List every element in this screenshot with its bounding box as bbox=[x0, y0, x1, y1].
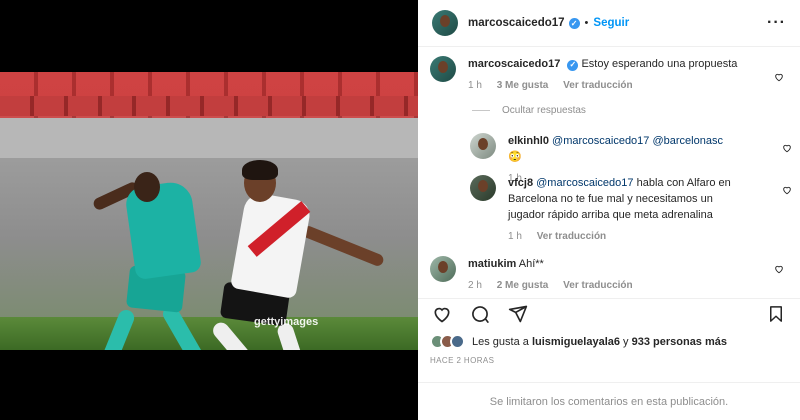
verified-icon: ✓ bbox=[567, 59, 579, 71]
post-timestamp[interactable]: HACE 2 HORAS bbox=[430, 356, 494, 365]
likes-prefix: Les gusta a bbox=[472, 335, 529, 348]
likes-text: Les gusta a luismiguelayala6 y 933 perso… bbox=[472, 336, 727, 348]
player-arm bbox=[300, 224, 386, 268]
separator: • bbox=[584, 17, 589, 29]
translate-link[interactable]: Ver traducción bbox=[537, 231, 606, 242]
post-panel: marcoscaicedo17 ✓ • Seguir ··· marcoscai… bbox=[418, 0, 800, 420]
liker-username[interactable]: luismiguelayala6 bbox=[532, 336, 620, 348]
hide-replies-toggle[interactable]: Ocultar respuestas bbox=[472, 105, 586, 116]
comment: matiukim Ahí** 2 h 2 Me gusta Ver traduc… bbox=[430, 256, 790, 294]
post-photo[interactable]: gettyimages 1281306887 bbox=[0, 72, 418, 350]
player-head bbox=[134, 172, 160, 202]
comment-meta: 1 h 3 Me gusta Ver traducción bbox=[468, 78, 738, 94]
heart-icon[interactable] bbox=[782, 143, 792, 153]
follow-button[interactable]: Seguir bbox=[593, 17, 629, 29]
comments-list: marcoscaicedo17 ✓ Estoy esperando una pr… bbox=[418, 48, 800, 296]
comment-likes[interactable]: 2 Me gusta bbox=[497, 280, 549, 291]
likes-summary: Les gusta a luismiguelayala6 y 933 perso… bbox=[430, 334, 727, 349]
heart-icon[interactable] bbox=[782, 185, 792, 195]
avatar[interactable] bbox=[432, 10, 458, 36]
likes-count[interactable]: 933 personas más bbox=[632, 336, 727, 348]
save-button[interactable] bbox=[764, 302, 788, 326]
post-actions bbox=[418, 298, 800, 328]
comment-mention[interactable]: @marcoscaicedo17 bbox=[536, 177, 633, 189]
comment-text: Estoy esperando una propuesta bbox=[581, 58, 738, 70]
comment-time[interactable]: 2 h bbox=[468, 280, 482, 291]
comments-limited-notice: Se limitaron los comentarios en esta pub… bbox=[418, 382, 800, 420]
comment-author[interactable]: vfcj8 bbox=[508, 177, 533, 189]
translate-link[interactable]: Ver traducción bbox=[563, 280, 632, 291]
comment-author[interactable]: matiukim bbox=[468, 258, 516, 270]
comment-author[interactable]: elkinhl0 bbox=[508, 135, 549, 147]
post-header: marcoscaicedo17 ✓ • Seguir ··· bbox=[418, 0, 800, 47]
stadium-seats-row bbox=[0, 96, 418, 116]
post-media: gettyimages 1281306887 bbox=[0, 0, 418, 420]
heart-icon[interactable] bbox=[774, 264, 784, 274]
comment-mentions[interactable]: @marcoscaicedo17 @barcelonasc bbox=[552, 135, 723, 147]
pitch bbox=[0, 317, 418, 350]
comment-body: matiukim Ahí** 2 h 2 Me gusta Ver traduc… bbox=[468, 256, 738, 294]
comment-emoji: 😳 bbox=[508, 151, 522, 163]
comment-meta: 1 h Ver traducción bbox=[508, 229, 738, 245]
comment-likes[interactable]: 3 Me gusta bbox=[497, 80, 549, 91]
share-icon bbox=[508, 305, 528, 322]
comment-time[interactable]: 1 h bbox=[508, 231, 522, 242]
reply: vfcj8 @marcoscaicedo17 habla con Alfaro … bbox=[470, 175, 792, 245]
getty-watermark: gettyimages bbox=[254, 316, 319, 328]
hide-replies-label: Ocultar respuestas bbox=[502, 105, 586, 116]
comment-author[interactable]: marcoscaicedo17 bbox=[468, 58, 560, 70]
verified-icon: ✓ bbox=[568, 17, 580, 29]
share-button[interactable] bbox=[506, 302, 530, 326]
stadium-stand bbox=[0, 118, 418, 158]
comment: marcoscaicedo17 ✓ Estoy esperando una pr… bbox=[430, 56, 790, 94]
comment-body: vfcj8 @marcoscaicedo17 habla con Alfaro … bbox=[508, 175, 738, 245]
likes-connector: y bbox=[623, 335, 629, 348]
avatar[interactable] bbox=[430, 56, 456, 82]
more-options-icon[interactable]: ··· bbox=[767, 14, 786, 32]
comment-text: Ahí** bbox=[518, 258, 544, 270]
comment-meta: 2 h 2 Me gusta Ver traducción bbox=[468, 278, 738, 294]
like-button[interactable] bbox=[430, 302, 454, 326]
comment-button[interactable] bbox=[468, 302, 492, 326]
player-hair bbox=[242, 160, 278, 180]
avatar[interactable] bbox=[470, 175, 496, 201]
comment-time[interactable]: 1 h bbox=[468, 80, 482, 91]
avatar[interactable] bbox=[450, 334, 465, 349]
translate-link[interactable]: Ver traducción bbox=[563, 80, 632, 91]
heart-icon[interactable] bbox=[774, 72, 784, 82]
post-author[interactable]: marcoscaicedo17 bbox=[468, 17, 565, 29]
bookmark-icon bbox=[770, 305, 782, 322]
comment-icon bbox=[472, 305, 489, 323]
heart-icon bbox=[434, 307, 450, 322]
comment-body: marcoscaicedo17 ✓ Estoy esperando una pr… bbox=[468, 56, 738, 94]
avatar[interactable] bbox=[470, 133, 496, 159]
avatar[interactable] bbox=[430, 256, 456, 282]
divider bbox=[472, 110, 490, 111]
